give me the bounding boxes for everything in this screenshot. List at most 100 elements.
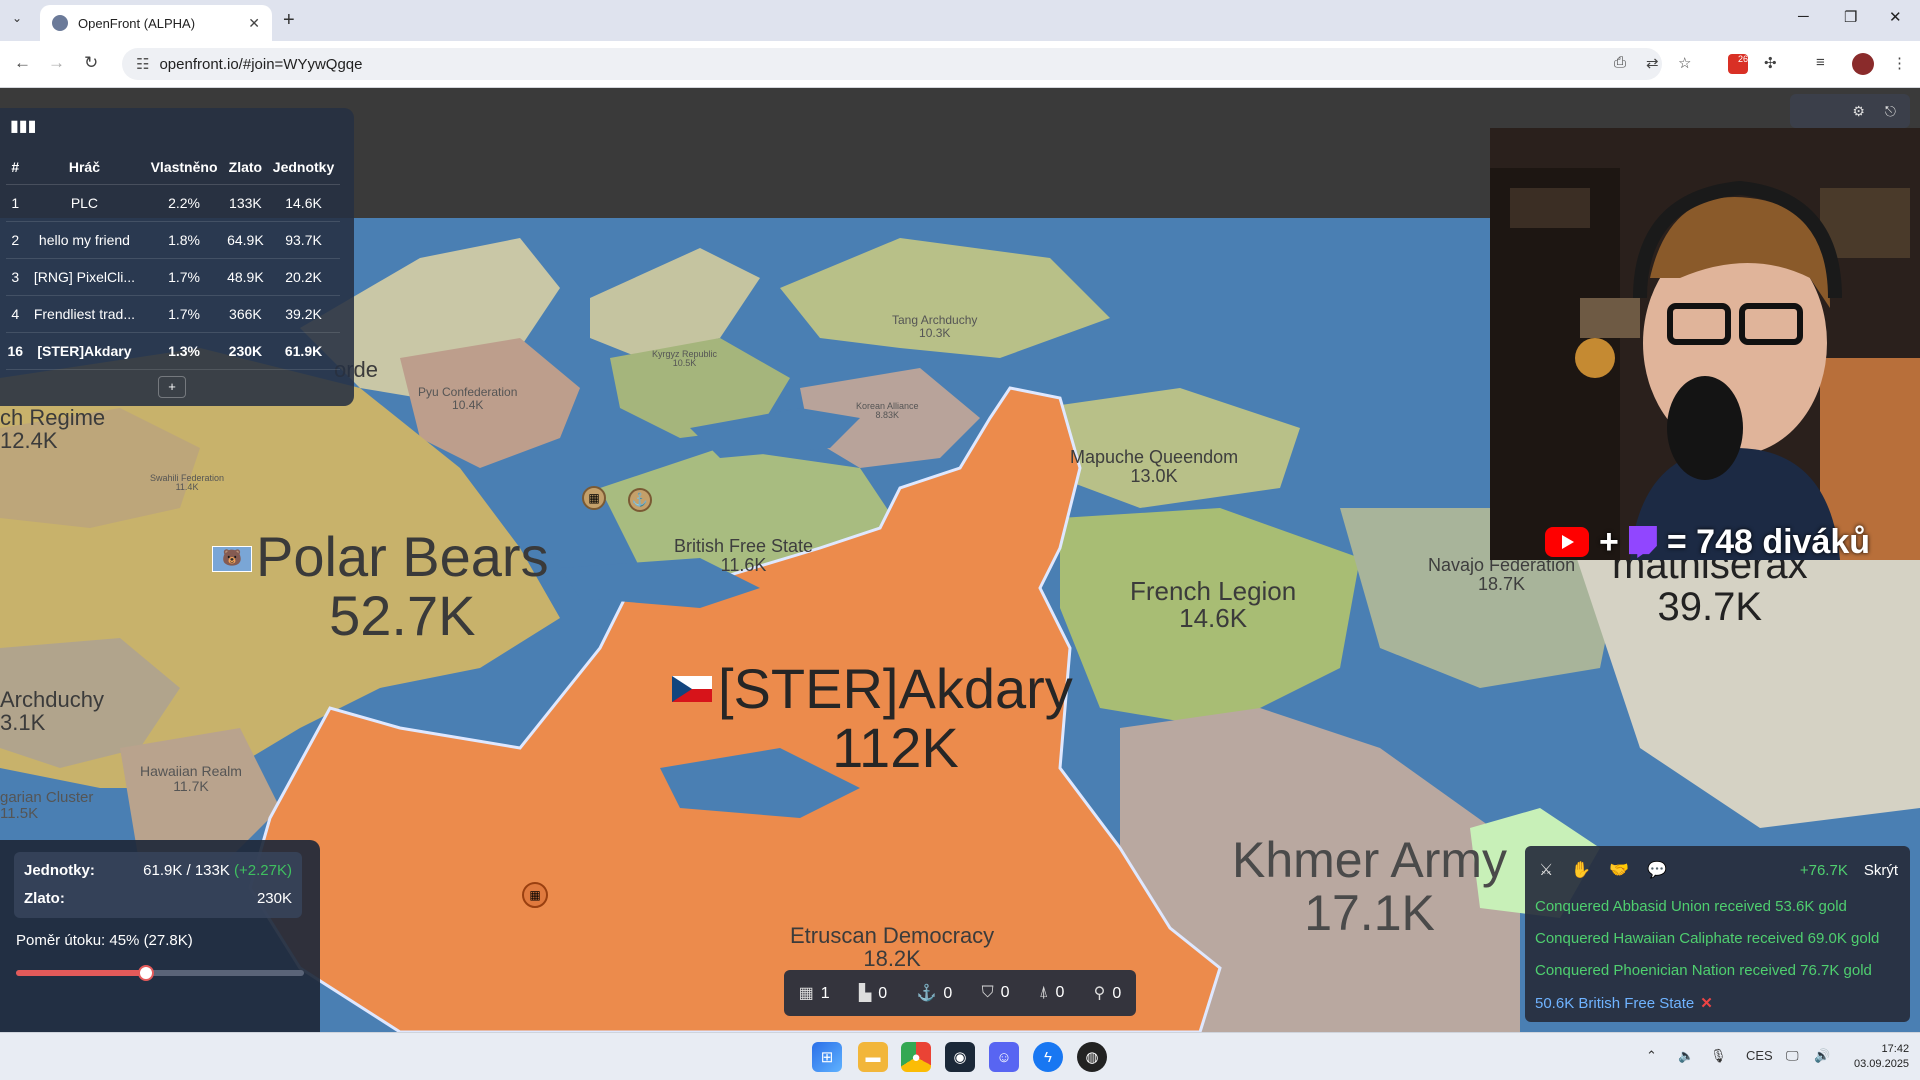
taskbar: ⊞ ▬ ● ◉ ☺ ϟ ◍ ⌃ 🔈 🎙 CES 🖵 🔊 17:42 03.09.… [0,1032,1920,1080]
leaderboard-toggle-icon[interactable]: ▮▮▮ [10,116,36,136]
build-item-sam[interactable]: ⚲ 0 [1094,983,1122,1003]
swahili-label: Swahili Federation 11.4K [150,473,225,493]
etruscan-democracy-label: Etruscan Democracy 18.2K [790,923,995,972]
table-row[interactable]: 1 PLC 2.2% 133K 14.6K [6,184,340,222]
table-row[interactable]: 3 [RNG] PixelCli... 1.7% 48.9K 20.2K [6,258,340,296]
new-tab-icon[interactable]: + [283,9,295,32]
webcam-image [1490,128,1920,560]
network-icon[interactable]: 🖵 [1786,1048,1799,1064]
sam-icon: ⚲ [1093,985,1106,1002]
attack-ratio-slider[interactable] [16,965,304,981]
browser-toolbar: ← → ↻ ☷ openfront.io/#join=WYywQgqe ⎙ ⇄ … [0,41,1920,88]
build-item-city[interactable]: ▦ 1 [799,983,830,1003]
events-header: ⚔ ✋ 🤝 💬 +76.7K Skrýt [1539,860,1898,880]
col-rank: # [6,150,25,185]
profile-avatar[interactable] [1852,53,1874,75]
cancel-attack-icon[interactable]: ✕ [1700,995,1713,1012]
translate-icon[interactable]: ⇄ [1646,54,1659,72]
factory-icon: ▙ [858,985,872,1002]
messenger-icon[interactable]: ϟ [1033,1042,1063,1072]
extension-badge-icon[interactable]: 26 [1728,54,1748,74]
build-item-defense[interactable]: ⛉ 0 [982,984,1010,1002]
language-indicator[interactable]: CES [1746,1048,1773,1063]
steam-icon[interactable]: ◉ [945,1042,975,1072]
build-item-port[interactable]: ⚓ 0 [916,983,952,1003]
mapuche-queendom-label: Mapuche Queendom 13.0K [1070,447,1239,486]
defense-icon: ⛉ [981,984,994,1001]
event-message: Conquered Abbasid Union received 53.6K g… [1535,898,1847,915]
build-item-factory[interactable]: ▙ 0 [859,983,887,1003]
hide-events-button[interactable]: Skrýt [1864,862,1898,879]
settings-gear-icon[interactable]: ⚙ [1852,103,1865,120]
units-gain: (+2.27K) [234,862,292,879]
table-row[interactable]: 2 hello my friend 1.8% 64.9K 93.7K [6,221,340,259]
favicon-icon [52,15,68,31]
port-structure-icon[interactable]: ⚓ [628,488,652,512]
player-city-icon[interactable]: ▦ [522,882,548,908]
restore-icon[interactable]: ❐ [1844,8,1857,26]
file-explorer-icon[interactable]: ▬ [858,1042,888,1072]
build-item-missile[interactable]: ⍋ 0 [1039,984,1065,1002]
microphone-icon[interactable]: 🎙 [1710,1048,1727,1064]
back-icon[interactable]: ← [14,53,31,73]
media-control-icon[interactable]: ≡ [1816,54,1825,71]
tab-search-icon[interactable]: ⌄ [12,11,22,25]
viewer-count-banner: + = 748 diváků [1545,518,1870,566]
browser-menu-icon[interactable]: ⋮ [1892,54,1907,72]
col-gold: Zlato [223,150,268,185]
forward-icon[interactable]: → [48,53,65,73]
close-window-icon[interactable]: ✕ [1889,8,1902,26]
browser-tabstrip: ⌄ OpenFront (ALPHA) ✕ + ─ ❐ ✕ [0,0,1920,41]
gold-value: 230K [256,890,292,907]
webcam-overlay [1490,128,1920,560]
chat-filter-icon[interactable]: 💬 [1647,860,1667,880]
browser-tab[interactable]: OpenFront (ALPHA) ✕ [40,5,272,41]
game-viewport[interactable]: [STER]Akdary 112K Polar Bears 52.7K 🐻 Kh… [0,88,1920,1032]
install-app-icon[interactable]: ⎙ [1614,54,1626,71]
obs-icon[interactable]: ◍ [1077,1042,1107,1072]
extensions-icon[interactable]: ✣ [1764,54,1777,72]
site-info-icon[interactable]: ☷ [136,55,149,73]
windows-start-icon[interactable]: ⊞ [812,1042,842,1072]
twitch-icon [1628,526,1657,558]
table-row-self[interactable]: 16 [STER]Akdary 1.3% 230K 61.9K [6,332,340,370]
handshake-filter-icon[interactable]: 🤝 [1609,860,1629,880]
volume-icon[interactable]: 🔊 [1814,1048,1830,1064]
tray-overflow-icon[interactable]: ⌃ [1646,1048,1657,1064]
speaker-icon[interactable]: 🔈 [1678,1048,1694,1064]
chrome-icon[interactable]: ● [901,1042,931,1072]
attack-ratio-fill [16,970,146,976]
table-row[interactable]: 4 Frendliest trad... 1.7% 366K 39.2K [6,295,340,333]
discord-icon[interactable]: ☺ [989,1042,1019,1072]
polar-bear-flag-icon: 🐻 [212,546,252,572]
events-total: +76.7K [1799,861,1848,879]
attack-ratio-handle[interactable] [137,965,154,981]
regime-label: ch Regime 12.4K [0,405,106,454]
player-territory-label: [STER]Akdary 112K [718,657,1073,779]
archduchy-label: Archduchy 3.1K [0,687,104,736]
address-bar[interactable]: ☷ openfront.io/#join=WYywQgqe [122,48,1662,80]
gold-label: Zlato: [24,890,65,907]
pyu-confederation-label: Pyu Confederation 10.4K [418,385,518,412]
city-structure-icon[interactable]: ▦ [582,486,606,510]
bookmark-star-icon[interactable]: ☆ [1678,54,1691,72]
leaderboard-expand-button[interactable]: + [158,376,186,398]
hand-filter-icon[interactable]: ✋ [1571,860,1591,880]
build-bar: ▦ 1 ▙ 0 ⚓ 0 ⛉ 0 ⍋ 0 ⚲ 0 [784,970,1136,1016]
game-top-controls: ⚙ ⎋ [1790,94,1910,128]
clock[interactable]: 17:42 03.09.2025 [1854,1042,1909,1072]
exit-icon[interactable]: ⎋ [1885,103,1896,120]
missile-icon: ⍋ [1038,984,1049,1001]
hawaiian-realm-label: Hawaiian Realm 11.7K [140,763,242,794]
sword-filter-icon[interactable]: ⚔ [1539,860,1553,880]
leaderboard: ▮▮▮ # Hráč Vlastněno Zlato Jednotky 1 PL… [0,108,354,406]
cluster-label: garian Cluster 11.5K [0,789,94,822]
minimize-icon[interactable]: ─ [1798,8,1809,25]
units-label: Jednotky: [24,862,95,879]
col-player: Hráč [24,150,145,185]
french-legion-label: French Legion 14.6K [1130,576,1297,634]
incoming-attack[interactable]: 50.6K British Free State ✕ [1535,994,1713,1012]
reload-icon[interactable]: ↻ [84,53,98,73]
port-icon: ⚓ [916,985,937,1002]
close-tab-icon[interactable]: ✕ [248,15,260,32]
